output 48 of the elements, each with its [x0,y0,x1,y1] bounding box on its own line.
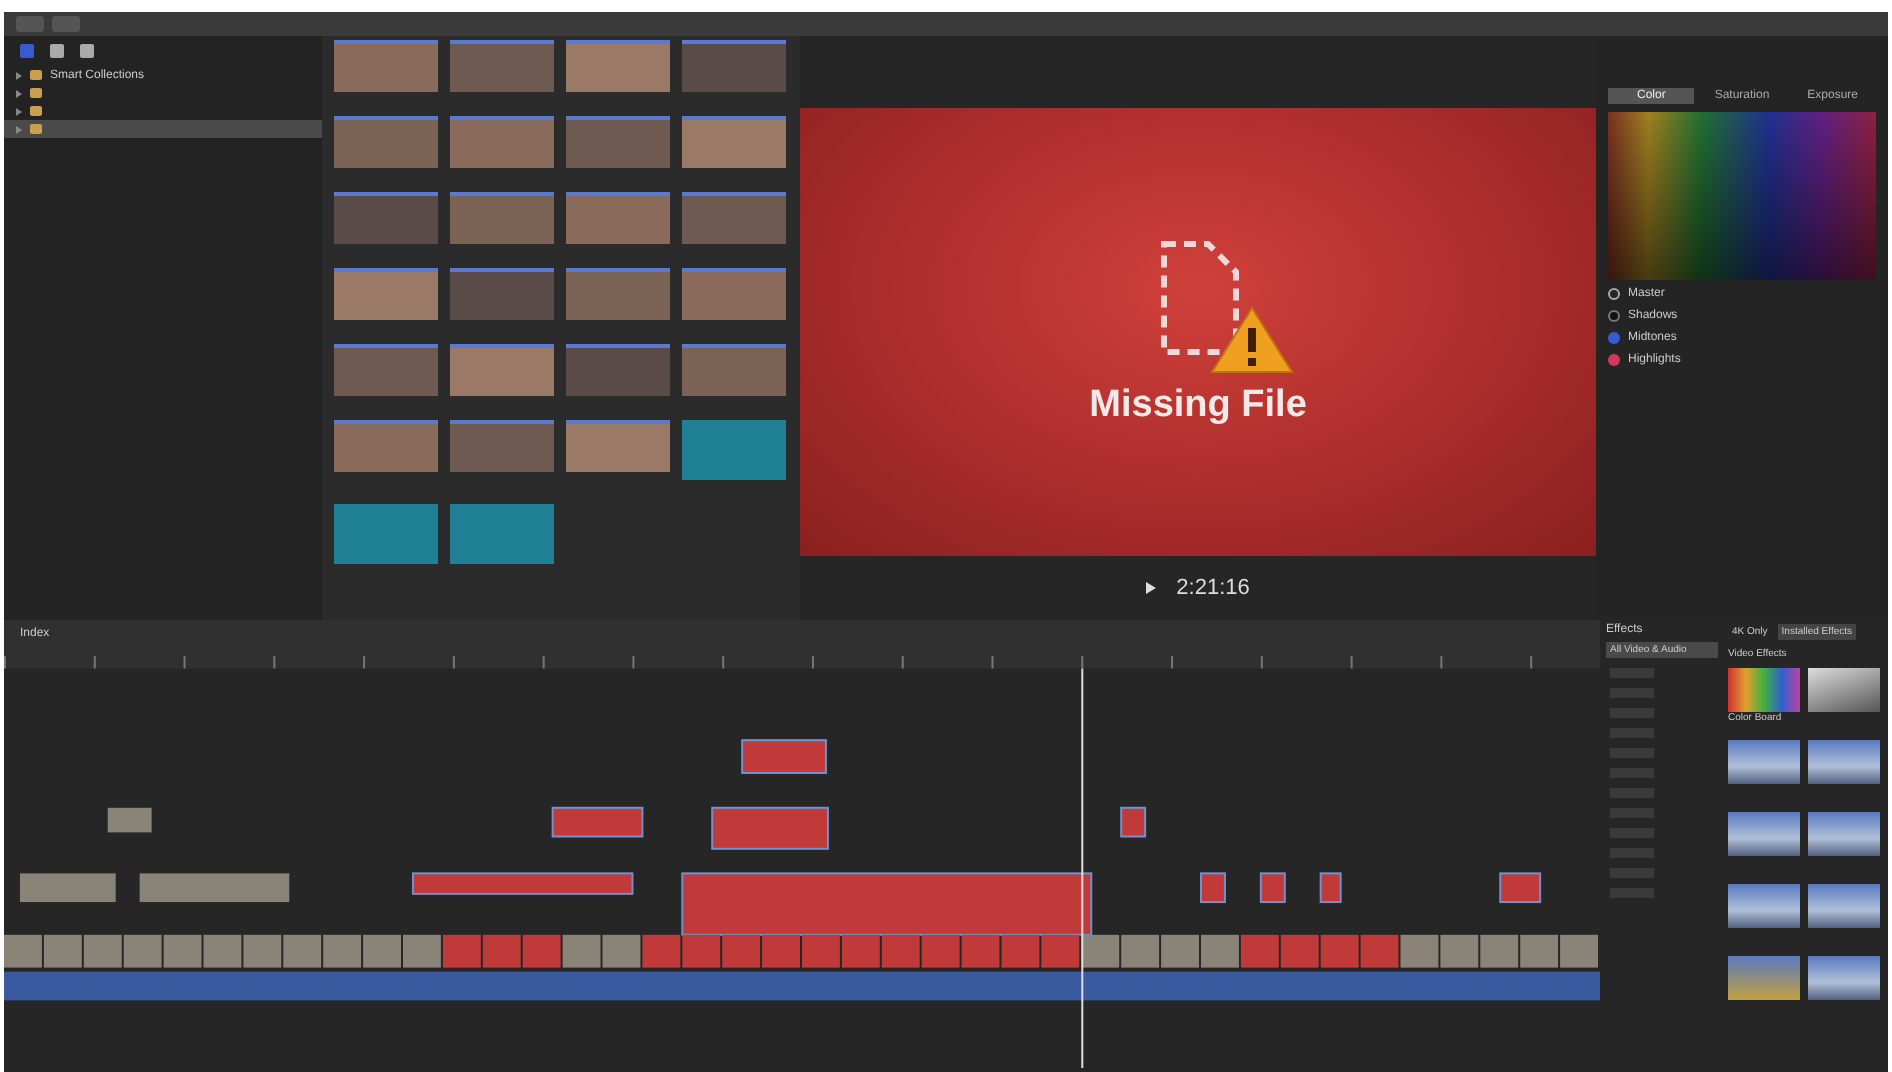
photo-placeholder[interactable] [566,344,671,396]
photo-placeholder[interactable] [334,344,439,396]
photo-placeholder[interactable] [450,192,555,244]
photo-placeholder[interactable] [450,420,555,472]
photo-placeholder[interactable] [566,420,671,472]
effect-thumbnail[interactable] [1808,668,1880,712]
effect-thumbnail[interactable] [1728,884,1800,928]
photo-placeholder[interactable] [334,116,439,168]
photo-placeholder[interactable] [682,344,787,396]
toolbar-button[interactable] [52,16,80,32]
effect-thumbnail[interactable] [1728,668,1800,712]
photo-placeholder[interactable] [682,40,787,92]
photo-placeholder[interactable] [450,116,555,168]
titles-icon[interactable] [80,44,94,58]
photo-placeholder[interactable] [566,116,671,168]
photo-placeholder[interactable] [450,268,555,320]
play-icon[interactable] [1146,582,1157,594]
missing-file-message: Missing File [1089,384,1307,428]
timecode: 2:21:16 [1176,576,1250,600]
toolbar-button[interactable] [16,16,44,32]
photo-placeholder[interactable] [682,268,787,320]
photos-icon[interactable] [50,44,64,58]
photo-placeholder[interactable] [566,192,671,244]
photo-placeholder[interactable] [566,268,671,320]
photo-placeholder[interactable] [682,116,787,168]
effect-thumbnail[interactable] [1728,956,1800,1000]
effect-thumbnail[interactable] [1728,812,1800,856]
library-icon[interactable] [20,44,34,58]
photo-placeholder[interactable] [450,40,555,92]
sidebar-item[interactable] [4,120,323,138]
photo-placeholder[interactable] [334,192,439,244]
photo-placeholder[interactable] [334,40,439,92]
photo-placeholder[interactable] [566,40,671,92]
generator-thumbnail[interactable] [682,420,787,480]
generator-thumbnail[interactable] [450,504,555,564]
photo-placeholder[interactable] [450,344,555,396]
disclosure-icon[interactable] [16,89,22,97]
photo-placeholder[interactable] [682,192,787,244]
effect-thumbnail[interactable] [1808,956,1880,1000]
effect-thumbnail[interactable] [1808,812,1880,856]
photo-placeholder[interactable] [334,420,439,472]
effect-thumbnail[interactable] [1808,740,1880,784]
effect-thumbnail[interactable] [1728,740,1800,784]
effect-thumbnail[interactable] [1808,884,1880,928]
generator-thumbnail[interactable] [334,504,439,564]
disclosure-icon[interactable] [16,71,22,79]
disclosure-icon[interactable] [16,125,22,133]
photo-placeholder[interactable] [334,268,439,320]
